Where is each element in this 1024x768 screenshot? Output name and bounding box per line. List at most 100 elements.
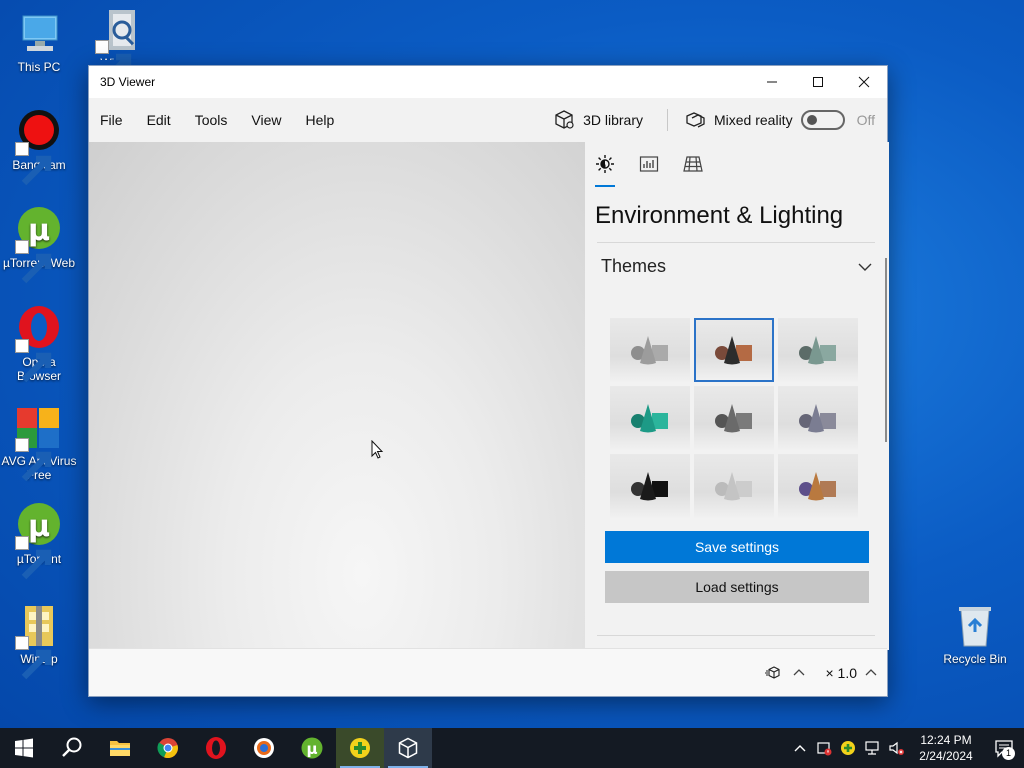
cube-library-icon (555, 110, 574, 129)
theme-preview-shapes (631, 404, 668, 433)
tray-volume[interactable] (884, 728, 908, 768)
minimize-icon (767, 81, 777, 83)
clock-date: 2/24/2024 (919, 749, 973, 763)
title-bar[interactable]: 3D Viewer (89, 66, 887, 98)
desktop-icon-winzip[interactable]: WinZip (0, 602, 78, 680)
taskbar-avast-browser[interactable] (240, 728, 288, 768)
tray-network[interactable] (860, 728, 884, 768)
menu-edit[interactable]: Edit (135, 112, 183, 128)
theme-tile[interactable] (694, 318, 774, 382)
desktop-icon-label: This PC (17, 60, 61, 74)
theme-tile[interactable] (694, 454, 774, 518)
mixed-reality-toggle[interactable] (800, 110, 845, 130)
tray-avg[interactable] (836, 728, 860, 768)
menu-help[interactable]: Help (293, 112, 346, 128)
tab-grid-views[interactable] (683, 154, 727, 188)
shortcut-arrow-icon (15, 339, 52, 383)
tab-stats-shading[interactable] (639, 154, 683, 188)
theme-tile[interactable] (778, 386, 858, 450)
bandicam-icon (15, 108, 63, 186)
theme-preview-shapes (715, 472, 752, 501)
clock-time: 12:24 PM (920, 733, 972, 747)
mixed-reality-group: Mixed reality Off (684, 109, 875, 131)
tab-environment-lighting[interactable] (595, 154, 639, 188)
secure-browser-icon (254, 738, 274, 758)
taskbar-avg[interactable] (336, 728, 384, 768)
theme-preview-shapes (631, 472, 668, 501)
menu-tools[interactable]: Tools (183, 112, 240, 128)
load-settings-button[interactable]: Load settings (605, 571, 869, 603)
theme-tile[interactable] (778, 454, 858, 518)
theme-tile[interactable] (694, 386, 774, 450)
shortcut-arrow-icon (15, 240, 52, 284)
opera-icon (206, 737, 226, 759)
taskbar-3d-viewer[interactable] (384, 728, 432, 768)
mouse-cursor-icon (371, 440, 384, 459)
theme-preview-shapes (715, 336, 752, 365)
save-settings-button[interactable]: Save settings (605, 531, 869, 563)
panel-scrollbar[interactable] (885, 258, 887, 442)
chevron-up-icon (794, 745, 806, 752)
tray-security-alert[interactable] (812, 728, 836, 768)
3d-viewport[interactable] (89, 142, 585, 650)
computer-icon (15, 10, 63, 58)
status-bar-right: × 1.0 (765, 649, 879, 697)
app-window: 3D Viewer File Edit Tools View Help 3D l… (88, 65, 889, 697)
action-center-button[interactable]: 1 (984, 728, 1024, 768)
shortcut-arrow-icon (15, 536, 52, 580)
utorrent-icon: µ (15, 502, 63, 580)
theme-tile[interactable] (610, 386, 690, 450)
taskbar-chrome[interactable] (144, 728, 192, 768)
window-controls (749, 66, 887, 98)
desktop-icon-utorrent-web[interactable]: µ µTorrent Web (0, 206, 78, 284)
chevron-up-icon[interactable] (863, 665, 879, 681)
menu-file[interactable]: File (89, 112, 135, 128)
toggle-state-label: Off (856, 112, 875, 128)
minimize-button[interactable] (749, 66, 795, 98)
folder-icon (110, 741, 130, 756)
taskbar-clock[interactable]: 12:24 PM 2/24/2024 (908, 732, 984, 764)
animation-cube-icon[interactable] (765, 665, 781, 681)
desktop-icon-recycle-bin[interactable]: Recycle Bin (936, 602, 1014, 666)
recycle-bin-icon (951, 602, 999, 650)
taskbar-utorrent[interactable]: µ (288, 728, 336, 768)
desktop-icon-winzip-top[interactable]: WinZip (80, 6, 158, 84)
themes-section-header[interactable]: Themes (601, 256, 873, 277)
plus-shield-icon (350, 738, 370, 758)
theme-preview-shapes (631, 336, 668, 365)
panel-title: Environment & Lighting (595, 202, 844, 229)
desktop-icon-utorrent[interactable]: µ µTorrent (0, 502, 78, 580)
menu-separator (666, 109, 668, 131)
maximize-button[interactable] (795, 66, 841, 98)
theme-tile[interactable] (778, 318, 858, 382)
themes-grid (610, 318, 860, 518)
shortcut-arrow-icon (95, 40, 132, 84)
status-bar: × 1.0 (89, 648, 887, 696)
desktop-icon-this-pc[interactable]: This PC (0, 10, 78, 74)
desktop-icon-bandicam[interactable]: Bandicam (0, 108, 78, 186)
start-button[interactable] (0, 728, 48, 768)
taskbar-file-explorer[interactable] (96, 728, 144, 768)
menu-view[interactable]: View (239, 112, 293, 128)
close-icon (858, 76, 870, 88)
winzip-icon (15, 602, 63, 680)
search-button[interactable] (48, 728, 96, 768)
theme-tile[interactable] (610, 454, 690, 518)
3d-library-button[interactable]: 3D library (553, 109, 643, 131)
taskbar-opera[interactable] (192, 728, 240, 768)
3d-library-label: 3D library (583, 112, 643, 128)
theme-tile[interactable] (610, 318, 690, 382)
show-hidden-icons-button[interactable] (788, 728, 812, 768)
themes-label: Themes (601, 256, 667, 276)
theme-preview-shapes (715, 404, 752, 433)
stats-chart-icon (639, 156, 659, 172)
desktop-icon-avg[interactable]: AVG AntiVirus Free (0, 404, 78, 482)
shortcut-arrow-icon (15, 142, 52, 186)
close-button[interactable] (841, 66, 887, 98)
panel-tabs (595, 154, 727, 188)
desktop-icon-opera[interactable]: Opera Browser (0, 305, 78, 383)
mixed-reality-icon (686, 112, 705, 128)
zoom-level[interactable]: × 1.0 (825, 665, 857, 681)
window-title: 3D Viewer (100, 75, 156, 89)
chevron-up-icon[interactable] (791, 665, 807, 681)
